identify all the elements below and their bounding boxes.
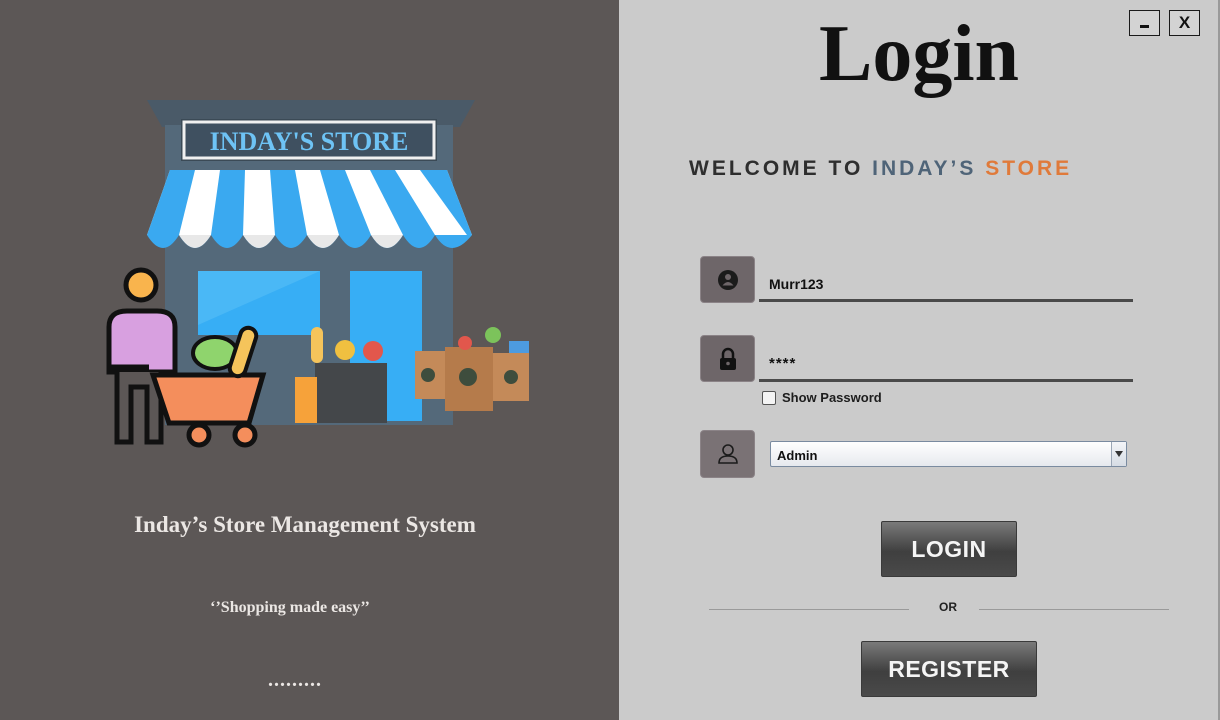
dropdown-arrow[interactable] <box>1111 442 1126 466</box>
login-button[interactable]: LOGIN <box>881 521 1017 577</box>
minimize-icon <box>1140 25 1149 28</box>
username-input[interactable]: Murr123 <box>759 266 1133 302</box>
loading-dots: ......... <box>268 669 322 691</box>
person-head <box>123 267 159 303</box>
app-title: Inday’s Store Management System <box>134 512 476 537</box>
basket <box>149 372 267 426</box>
show-password-label: Show Password <box>782 390 882 405</box>
minimize-button[interactable] <box>1129 10 1160 36</box>
tagline: ‘’Shopping made easy’’ <box>210 599 370 616</box>
divider-line-right <box>979 609 1169 610</box>
role-dropdown[interactable]: Admin <box>770 441 1127 467</box>
welcome-store: STORE <box>985 157 1073 180</box>
welcome-heading: WELCOME TO INDAY’S STORE <box>689 157 1149 181</box>
role-icon-box <box>700 430 755 478</box>
welcome-brand: INDAY’S <box>872 157 986 180</box>
show-password-checkbox[interactable]: Show Password <box>762 390 882 405</box>
login-title: Login <box>818 10 1020 98</box>
store-illustration: INDAY'S STORE <box>106 100 529 448</box>
or-text: OR <box>939 600 957 614</box>
username-icon-box <box>700 256 755 303</box>
login-window: INDAY'S STORE Inday’s Store Management S… <box>0 0 1220 720</box>
lock-icon <box>719 347 736 370</box>
password-icon-box <box>700 335 755 382</box>
login-panel: X Login WELCOME TO INDAY’S STORE Murr123 <box>619 0 1220 720</box>
grocery-bag-center <box>315 363 387 423</box>
chevron-down-icon <box>1115 451 1123 457</box>
username-value: Murr123 <box>769 276 824 292</box>
user-icon <box>717 269 738 290</box>
welcome-prefix: WELCOME TO <box>689 157 873 180</box>
person-icon <box>717 444 738 464</box>
close-button[interactable]: X <box>1169 10 1200 36</box>
checkbox-square[interactable] <box>762 390 776 405</box>
role-selected-value: Admin <box>777 448 818 463</box>
or-divider: OR <box>709 598 1169 618</box>
store-sign-text: INDAY'S STORE <box>210 127 409 156</box>
divider-line-left <box>709 609 909 610</box>
register-button[interactable]: REGISTER <box>861 641 1037 697</box>
password-underline <box>759 379 1133 382</box>
person-body <box>106 308 178 375</box>
branding-panel: INDAY'S STORE Inday’s Store Management S… <box>0 0 619 720</box>
username-underline <box>759 299 1133 302</box>
password-input[interactable]: **** <box>759 346 1133 382</box>
password-value: **** <box>769 355 797 372</box>
